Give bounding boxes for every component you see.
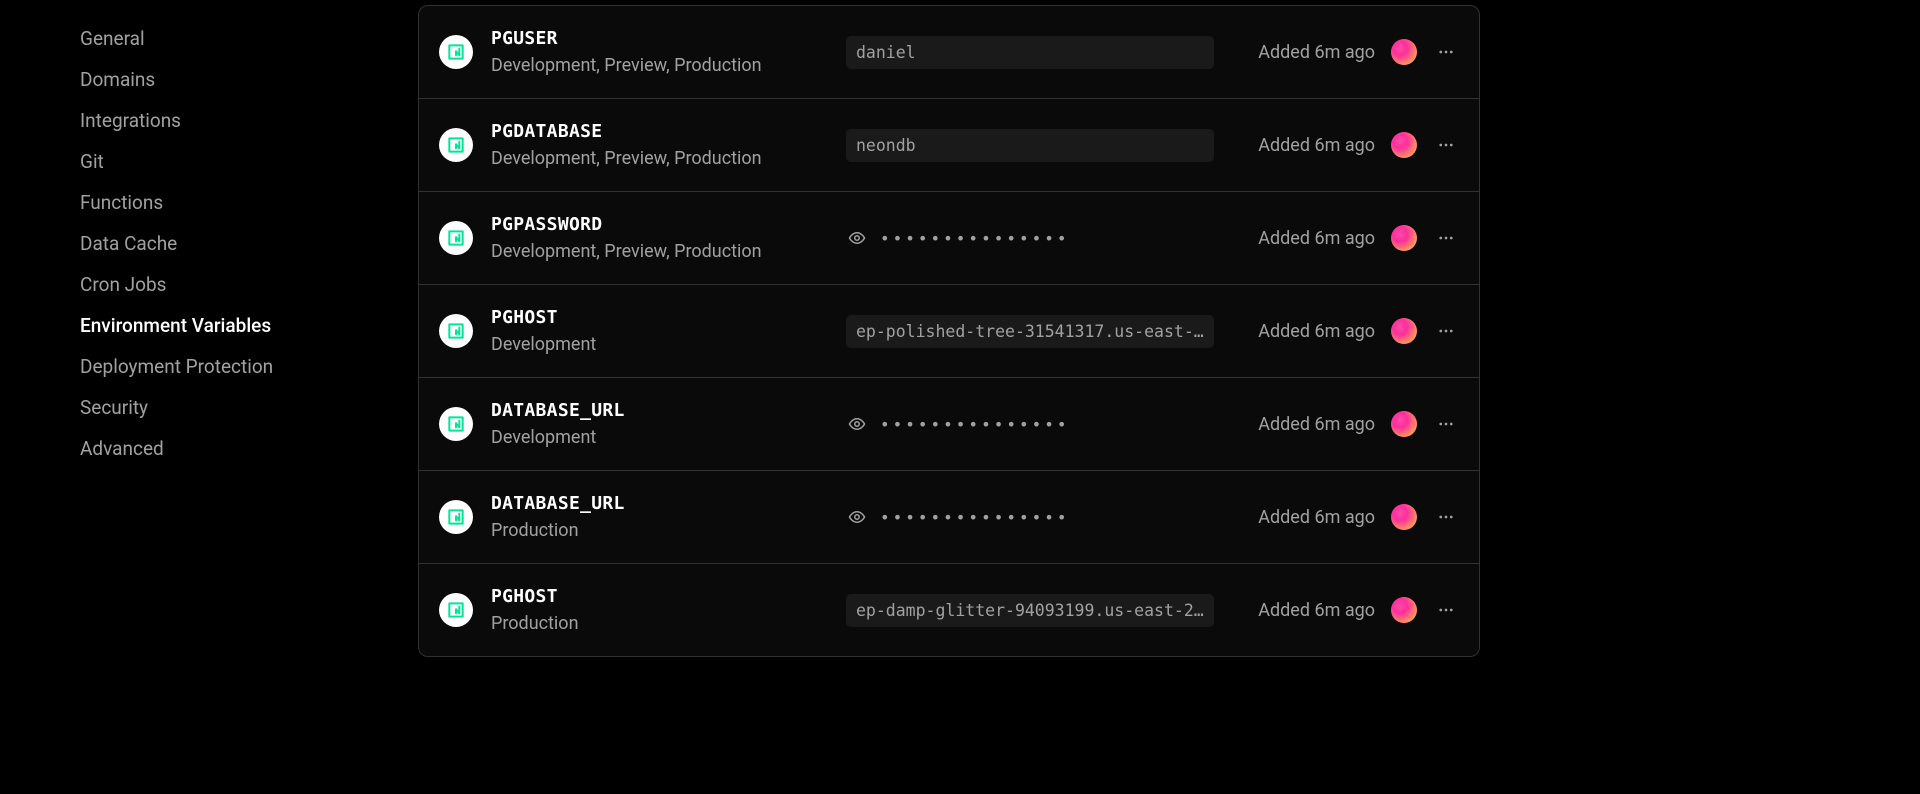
env-var-name: DATABASE_URL xyxy=(491,493,846,514)
env-var-environments: Development, Preview, Production xyxy=(491,55,846,76)
more-icon xyxy=(1437,601,1455,619)
settings-sidebar: General Domains Integrations Git Functio… xyxy=(0,0,418,794)
reveal-value-button[interactable] xyxy=(846,227,868,249)
env-var-name: DATABASE_URL xyxy=(491,400,846,421)
sidebar-item-cron-jobs[interactable]: Cron Jobs xyxy=(80,264,418,305)
env-var-name: PGDATABASE xyxy=(491,121,846,142)
eye-icon xyxy=(848,229,866,247)
env-var-environments: Production xyxy=(491,613,846,634)
integration-icon xyxy=(439,35,473,69)
more-button[interactable] xyxy=(1433,411,1459,437)
env-var-added: Added 6m ago xyxy=(1258,135,1375,156)
env-var-environments: Development, Preview, Production xyxy=(491,148,846,169)
sidebar-item-integrations[interactable]: Integrations xyxy=(80,100,418,141)
integration-icon xyxy=(439,128,473,162)
sidebar-item-deployment-protection[interactable]: Deployment Protection xyxy=(80,346,418,387)
integration-icon xyxy=(439,407,473,441)
sidebar-item-advanced[interactable]: Advanced xyxy=(80,428,418,469)
more-icon xyxy=(1437,229,1455,247)
more-button[interactable] xyxy=(1433,597,1459,623)
env-var-added: Added 6m ago xyxy=(1258,321,1375,342)
more-button[interactable] xyxy=(1433,318,1459,344)
sidebar-item-security[interactable]: Security xyxy=(80,387,418,428)
integration-icon xyxy=(439,500,473,534)
sidebar-item-functions[interactable]: Functions xyxy=(80,182,418,223)
env-var-row: PGUSER Development, Preview, Production … xyxy=(419,6,1479,99)
integration-icon xyxy=(439,314,473,348)
avatar[interactable] xyxy=(1391,39,1417,65)
reveal-value-button[interactable] xyxy=(846,506,868,528)
more-button[interactable] xyxy=(1433,39,1459,65)
integration-icon xyxy=(439,593,473,627)
env-var-name: PGHOST xyxy=(491,307,846,328)
eye-icon xyxy=(848,508,866,526)
env-var-row: PGDATABASE Development, Preview, Product… xyxy=(419,99,1479,192)
env-var-row: PGHOST Development ep-polished-tree-3154… xyxy=(419,285,1479,378)
env-var-panel: PGUSER Development, Preview, Production … xyxy=(418,0,1920,794)
avatar[interactable] xyxy=(1391,132,1417,158)
env-var-list: PGUSER Development, Preview, Production … xyxy=(418,5,1480,657)
more-button[interactable] xyxy=(1433,132,1459,158)
avatar[interactable] xyxy=(1391,411,1417,437)
more-icon xyxy=(1437,136,1455,154)
integration-icon xyxy=(439,221,473,255)
env-var-environments: Production xyxy=(491,520,846,541)
reveal-value-button[interactable] xyxy=(846,413,868,435)
env-var-row: DATABASE_URL Production ••••••••••••••• … xyxy=(419,471,1479,564)
env-var-row: PGHOST Production ep-damp-glitter-940931… xyxy=(419,564,1479,656)
env-var-added: Added 6m ago xyxy=(1258,507,1375,528)
env-var-value[interactable]: ep-polished-tree-31541317.us-east-2.aw… xyxy=(846,315,1214,348)
sidebar-item-environment-variables[interactable]: Environment Variables xyxy=(80,305,418,346)
env-var-added: Added 6m ago xyxy=(1258,228,1375,249)
eye-icon xyxy=(848,415,866,433)
env-var-added: Added 6m ago xyxy=(1258,600,1375,621)
sidebar-item-git[interactable]: Git xyxy=(80,141,418,182)
env-var-value-masked: ••••••••••••••• xyxy=(880,415,1070,434)
sidebar-item-general[interactable]: General xyxy=(80,18,418,59)
env-var-value[interactable]: daniel xyxy=(846,36,1214,69)
env-var-value-masked: ••••••••••••••• xyxy=(880,508,1070,527)
env-var-name: PGPASSWORD xyxy=(491,214,846,235)
more-button[interactable] xyxy=(1433,504,1459,530)
env-var-row: DATABASE_URL Development •••••••••••••••… xyxy=(419,378,1479,471)
more-icon xyxy=(1437,322,1455,340)
env-var-environments: Development xyxy=(491,334,846,355)
env-var-added: Added 6m ago xyxy=(1258,414,1375,435)
env-var-value-masked: ••••••••••••••• xyxy=(880,229,1070,248)
avatar[interactable] xyxy=(1391,504,1417,530)
sidebar-item-domains[interactable]: Domains xyxy=(80,59,418,100)
env-var-environments: Development, Preview, Production xyxy=(491,241,846,262)
avatar[interactable] xyxy=(1391,318,1417,344)
env-var-added: Added 6m ago xyxy=(1258,42,1375,63)
env-var-environments: Development xyxy=(491,427,846,448)
env-var-value[interactable]: neondb xyxy=(846,129,1214,162)
env-var-value[interactable]: ep-damp-glitter-94093199.us-east-2.aws… xyxy=(846,594,1214,627)
avatar[interactable] xyxy=(1391,225,1417,251)
env-var-row: PGPASSWORD Development, Preview, Product… xyxy=(419,192,1479,285)
more-button[interactable] xyxy=(1433,225,1459,251)
more-icon xyxy=(1437,415,1455,433)
env-var-name: PGHOST xyxy=(491,586,846,607)
env-var-name: PGUSER xyxy=(491,28,846,49)
more-icon xyxy=(1437,508,1455,526)
more-icon xyxy=(1437,43,1455,61)
avatar[interactable] xyxy=(1391,597,1417,623)
sidebar-item-data-cache[interactable]: Data Cache xyxy=(80,223,418,264)
